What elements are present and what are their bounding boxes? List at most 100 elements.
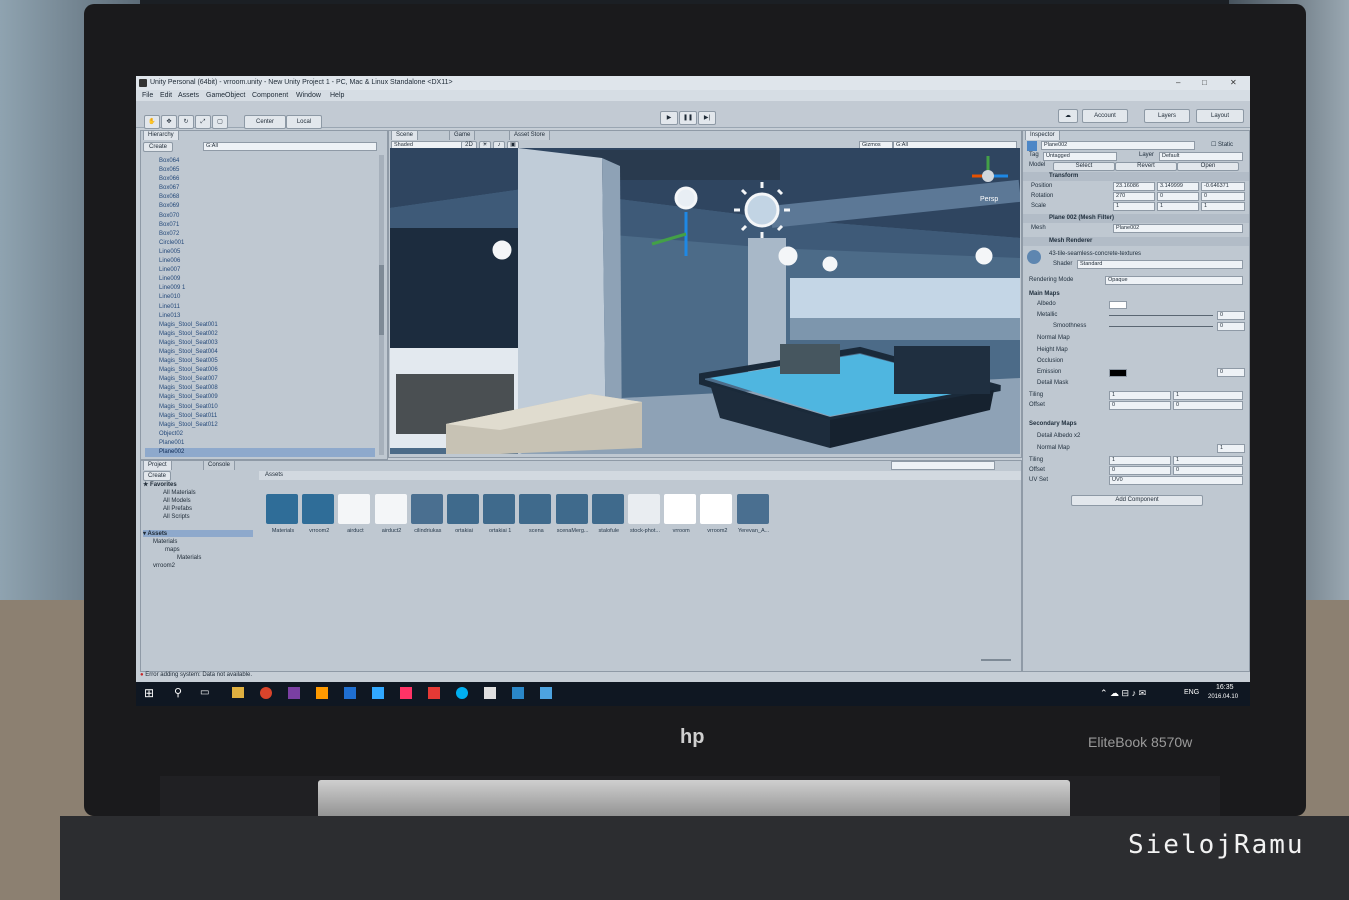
emission-color-swatch[interactable] (1109, 369, 1127, 377)
tray-icons[interactable]: ⌃ ☁ ⊟ ♪ ✉ (1100, 688, 1146, 699)
hierarchy-item[interactable]: Box071 (145, 221, 375, 230)
hierarchy-item[interactable]: Line011 (145, 303, 375, 312)
albedo-color-swatch[interactable] (1109, 301, 1127, 309)
layout-dropdown[interactable]: Layout (1196, 109, 1244, 123)
hierarchy-item[interactable]: Magis_Stool_Seat002 (145, 330, 375, 339)
scene-view[interactable]: Persp (390, 148, 1020, 454)
position-x-field[interactable]: 23.16086 (1113, 182, 1155, 191)
hierarchy-item[interactable]: Line013 (145, 312, 375, 321)
offset-x-field[interactable]: 0 (1109, 401, 1171, 410)
pause-icon[interactable]: ❚❚ (679, 111, 697, 125)
position-z-field[interactable]: -0.646371 (1201, 182, 1245, 191)
minimize-icon[interactable]: – (1176, 78, 1180, 87)
tab-project[interactable]: Project (143, 460, 172, 470)
cloud-icon[interactable]: ☁ (1058, 109, 1078, 123)
emission-label[interactable]: Emission (1037, 369, 1061, 375)
favorites-header[interactable]: ★ Favorites (143, 481, 253, 488)
rect-tool-icon[interactable]: ▢ (212, 115, 228, 129)
favorite-all-models[interactable]: All Models (143, 498, 253, 504)
occlusion-label[interactable]: Occlusion (1037, 358, 1063, 364)
menu-file[interactable]: File (142, 92, 153, 99)
asset-item[interactable]: vrroom2 (302, 494, 336, 534)
favorite-all-prefabs[interactable]: All Prefabs (143, 506, 253, 512)
language-indicator[interactable]: ENG (1184, 689, 1199, 696)
albedo-label[interactable]: Albedo (1037, 301, 1056, 307)
tiling2-y-field[interactable]: 1 (1173, 456, 1243, 465)
detail-albedo-label[interactable]: Detail Albedo x2 (1037, 433, 1080, 439)
step-icon[interactable]: ▶| (698, 111, 716, 125)
hierarchy-item[interactable]: Box072 (145, 230, 375, 239)
tree-vrroom2[interactable]: vrroom2 (143, 563, 253, 569)
scale-x-field[interactable]: 1 (1113, 202, 1155, 211)
tiling-y-field[interactable]: 1 (1173, 391, 1243, 400)
hierarchy-item[interactable]: Magis_Stool_Seat009 (145, 393, 375, 402)
layers-dropdown[interactable]: Layers (1144, 109, 1190, 123)
asset-item[interactable]: ortakiai 1 (483, 494, 517, 534)
tree-maps[interactable]: maps (143, 547, 253, 553)
hierarchy-scroll-thumb[interactable] (379, 265, 384, 335)
hand-tool-icon[interactable]: ✋ (144, 115, 160, 129)
favorite-all-scripts[interactable]: All Scripts (143, 514, 253, 520)
search-icon[interactable]: ⚲ (174, 686, 182, 699)
tab-console[interactable]: Console (203, 460, 236, 470)
illustrator-icon[interactable] (316, 687, 328, 699)
chrome-icon[interactable] (260, 687, 272, 699)
asset-item[interactable]: airduct (338, 494, 372, 534)
detail-mask-label[interactable]: Detail Mask (1037, 380, 1068, 386)
object-name-field[interactable]: Plane002 (1041, 141, 1195, 150)
hierarchy-item[interactable]: Magis_Stool_Seat012 (145, 421, 375, 430)
move-tool-icon[interactable]: ✥ (161, 115, 177, 129)
menu-component[interactable]: Component (252, 92, 288, 99)
offset2-x-field[interactable]: 0 (1109, 466, 1171, 475)
smoothness-slider[interactable] (1109, 326, 1213, 327)
skype-icon[interactable] (456, 687, 468, 699)
rotate-tool-icon[interactable]: ↻ (178, 115, 194, 129)
scale-z-field[interactable]: 1 (1201, 202, 1245, 211)
hierarchy-item[interactable]: Plane002 (145, 448, 375, 458)
position-y-field[interactable]: 3.149999 (1157, 182, 1199, 191)
asset-item[interactable]: ortakiai (447, 494, 481, 534)
unity-taskbar-icon[interactable] (484, 687, 496, 699)
height-map-label[interactable]: Height Map (1037, 347, 1068, 353)
hierarchy-item[interactable]: Line009 (145, 275, 375, 284)
hierarchy-item[interactable]: Line009 1 (145, 284, 375, 293)
tab-game[interactable]: Game (449, 130, 476, 140)
tiling2-x-field[interactable]: 1 (1109, 456, 1171, 465)
menu-assets[interactable]: Assets (178, 92, 199, 99)
status-error-text[interactable]: Error adding system: Data not available. (145, 672, 252, 678)
tab-hierarchy[interactable]: Hierarchy (143, 130, 179, 140)
outlook-icon[interactable] (344, 687, 356, 699)
model-select-button[interactable]: Select (1053, 162, 1115, 171)
rendering-mode-dropdown[interactable]: Opaque (1105, 276, 1243, 285)
menu-window[interactable]: Window (296, 92, 321, 99)
static-checkbox[interactable]: ☐ Static (1211, 141, 1233, 148)
maximize-icon[interactable]: □ (1202, 78, 1207, 87)
hierarchy-item[interactable]: Object02 (145, 430, 375, 439)
shader-dropdown[interactable]: Standard (1077, 260, 1243, 269)
photoshop-icon[interactable] (372, 687, 384, 699)
menu-edit[interactable]: Edit (160, 92, 172, 99)
hierarchy-scrollbar[interactable] (379, 155, 384, 455)
normal-map-label[interactable]: Normal Map (1037, 335, 1070, 341)
emission-field[interactable]: 0 (1217, 368, 1245, 377)
asset-item[interactable]: scena (519, 494, 553, 534)
tree-materials[interactable]: Materials (143, 539, 253, 545)
account-dropdown[interactable]: Account (1082, 109, 1128, 123)
favorite-all-materials[interactable]: All Materials (143, 490, 253, 496)
hierarchy-item[interactable]: Magis_Stool_Seat011 (145, 412, 375, 421)
normal-map2-field[interactable]: 1 (1217, 444, 1245, 453)
persp-label[interactable]: Persp (980, 196, 998, 203)
hierarchy-item[interactable]: Magis_Stool_Seat006 (145, 366, 375, 375)
asset-item[interactable]: stalofule (591, 494, 626, 534)
project-create-button[interactable]: Create (143, 471, 171, 481)
offset-y-field[interactable]: 0 (1173, 401, 1243, 410)
scale-y-field[interactable]: 1 (1157, 202, 1199, 211)
hierarchy-item[interactable]: Box069 (145, 202, 375, 211)
hierarchy-item[interactable]: Plane001 (145, 439, 375, 448)
hierarchy-item[interactable]: Line005 (145, 248, 375, 257)
tab-scene[interactable]: Scene (391, 130, 419, 140)
pivot-local-button[interactable]: Local (286, 115, 322, 129)
tree-maps-materials[interactable]: Materials (143, 555, 253, 561)
windows-start-icon[interactable]: ⊞ (144, 686, 154, 700)
scale-tool-icon[interactable]: ⤢ (195, 115, 211, 129)
